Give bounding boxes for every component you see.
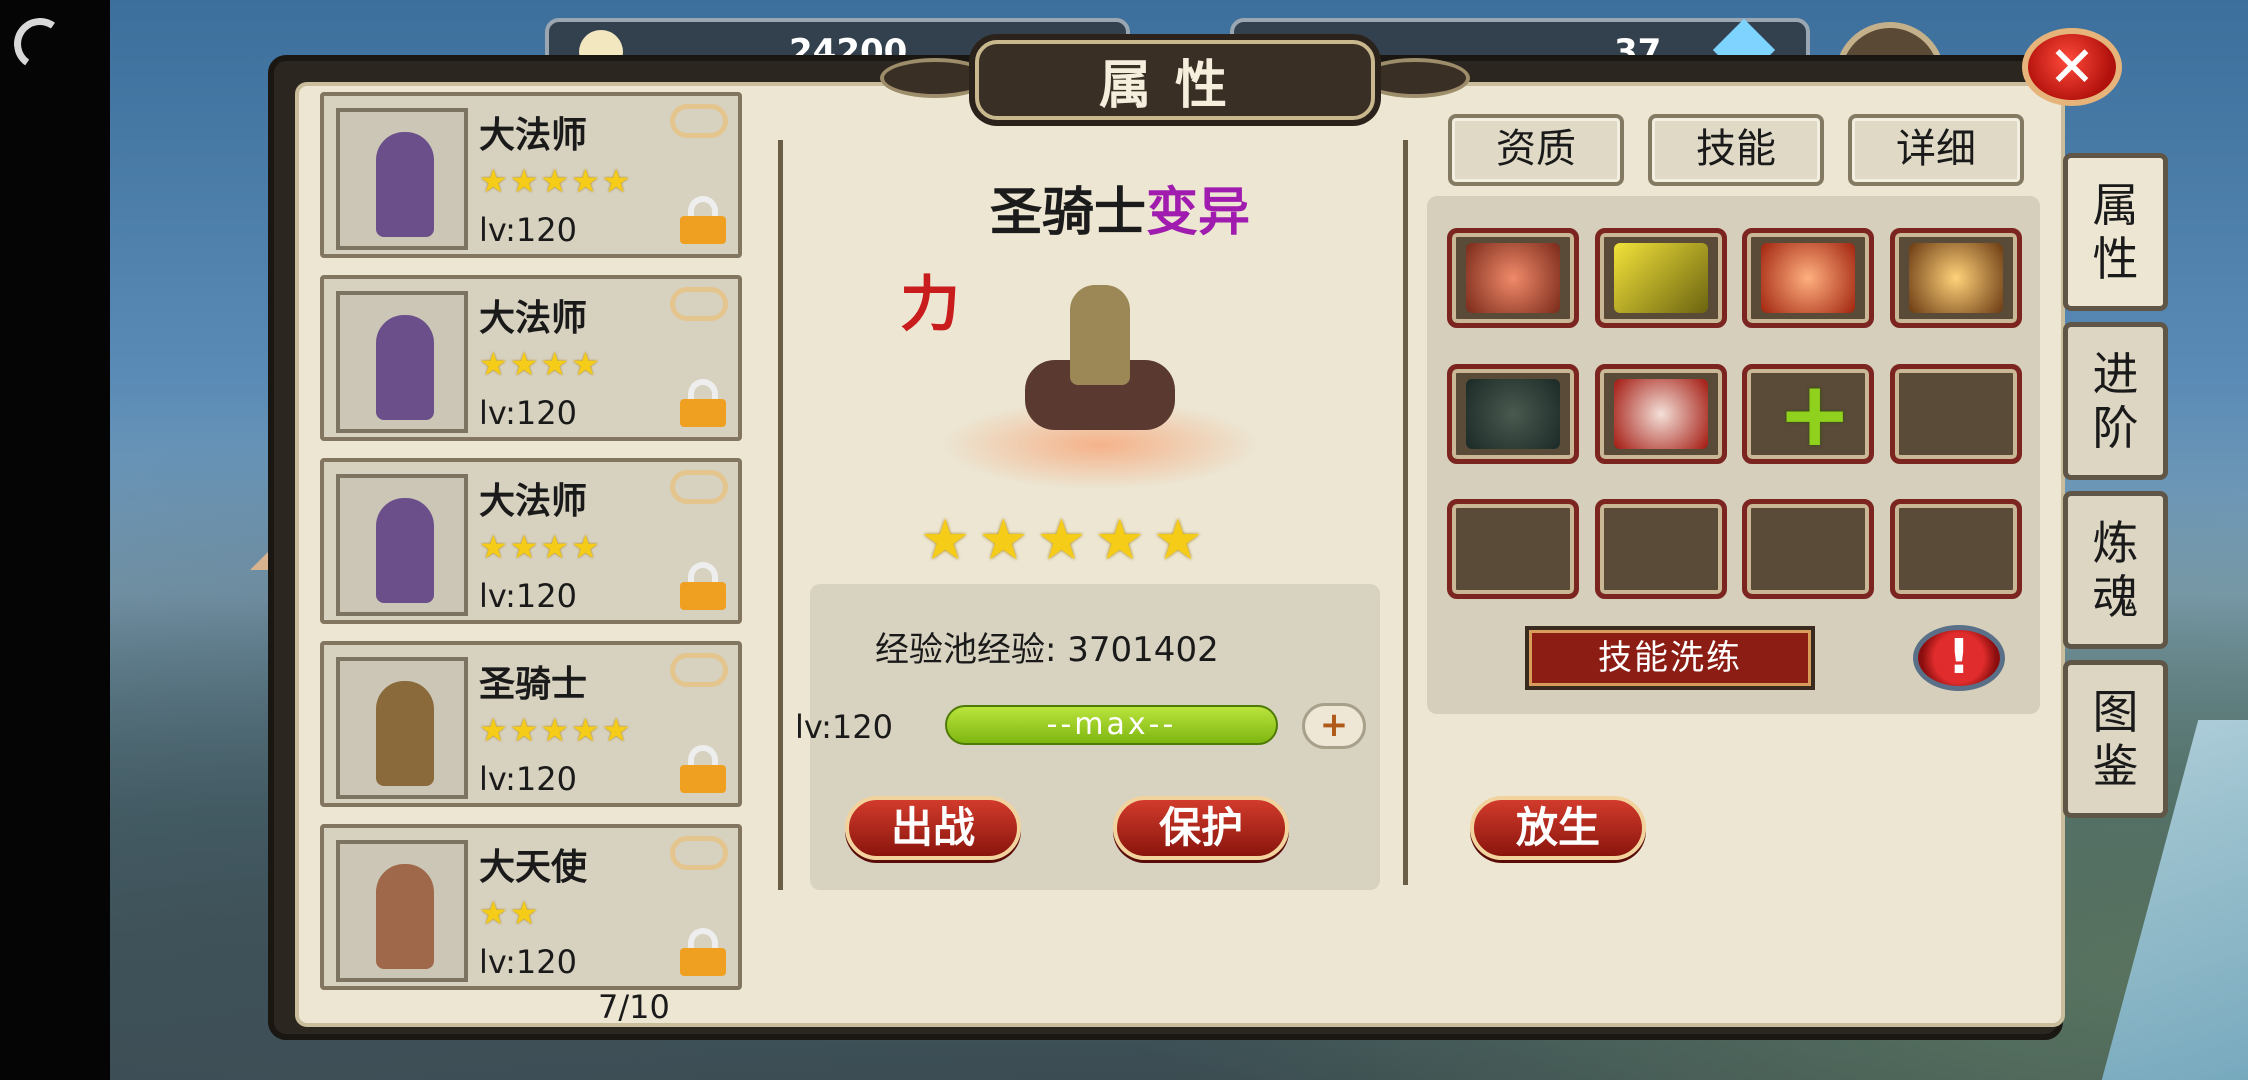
crack-icon [1614,379,1708,449]
skill-slot-empty[interactable] [1595,499,1727,599]
side-tab-label: 炼魂 [2092,516,2139,624]
hero-level: lv:120 [479,577,577,615]
hero-portrait [336,840,468,982]
infinity-badge-icon [670,836,728,870]
shield-burst-icon [1466,243,1560,313]
skill-slot-empty[interactable] [1890,364,2022,464]
protect-button[interactable]: 保护 [1113,796,1289,860]
infinity-badge-icon [670,287,728,321]
level-progress-bar: --max-- [945,705,1278,745]
hero-card[interactable]: 大法师 ★★★★ lv:120 [320,458,742,624]
hero-card[interactable]: 大法师 ★★★★★ lv:120 [320,92,742,258]
side-tab-codex[interactable]: 图鉴 [2063,660,2168,818]
infinity-badge-icon [670,470,728,504]
hero-level: lv:120 [479,943,577,981]
flaming-fist-icon [1761,243,1855,313]
hero-title-variant: 变异 [1146,183,1251,243]
skill-slot-empty[interactable] [1742,499,1874,599]
side-tab-label: 图鉴 [2092,685,2139,793]
hero-card[interactable]: 圣骑士 ★★★★★ lv:120 [320,641,742,807]
hero-portrait [336,291,468,433]
tab-skills[interactable]: 技能 [1648,114,1824,186]
close-button[interactable]: ✕ [2022,28,2122,106]
skill-slot[interactable] [1595,228,1727,328]
lock-icon[interactable] [680,196,726,244]
hero-level-label: lv:120 [795,708,893,746]
skill-slot[interactable] [1890,228,2022,328]
hero-level: lv:120 [479,394,577,432]
skill-refine-button[interactable]: 技能洗练 [1525,626,1815,690]
exp-pool-value: 3701402 [1067,630,1219,670]
hero-stars: ★★ [479,894,541,932]
hero-star-rating: ★★★★★ [920,508,1212,573]
skill-slot[interactable] [1595,364,1727,464]
title-wing-right [1360,58,1470,98]
exp-pool-label: 经验池经验: [875,630,1057,670]
side-tab-label: 属性 [2092,178,2139,286]
strength-type-mark: 力 [900,270,960,340]
side-tab-attributes[interactable]: 属性 [2063,153,2168,311]
add-skill-icon: + [1777,362,1853,467]
skill-slot-empty[interactable] [1447,499,1579,599]
close-icon: ✕ [2048,34,2096,100]
divider-left [778,140,783,890]
hero-name: 大法师 [479,298,588,339]
hero-portrait [336,657,468,799]
add-skill-slot[interactable]: + [1742,362,1874,467]
lock-icon[interactable] [680,562,726,610]
hero-title: 圣骑士变异 [990,170,1250,245]
side-tab-advance[interactable]: 进阶 [2063,322,2168,480]
fist-bandage-icon [1614,243,1708,313]
lock-icon[interactable] [680,379,726,427]
infinity-badge-icon [670,653,728,687]
hero-name: 大法师 [479,481,588,522]
skill-slot[interactable] [1447,228,1579,328]
skill-slot-empty[interactable] [1890,499,2022,599]
title-wing-left [880,58,990,98]
infinity-badge-icon [670,104,728,138]
hero-card[interactable]: 大法师 ★★★★ lv:120 [320,275,742,441]
side-tab-soul-refine[interactable]: 炼魂 [2063,491,2168,649]
hero-level: lv:120 [479,760,577,798]
tab-quality[interactable]: 资质 [1448,114,1624,186]
hero-stars: ★★★★ [479,528,602,566]
skill-slot[interactable] [1742,228,1874,328]
hero-model [940,280,1260,490]
hero-card[interactable]: 大天使 ★★ lv:120 [320,824,742,990]
hero-stars: ★★★★★ [479,711,633,749]
hero-name: 大天使 [479,847,588,888]
add-exp-button[interactable]: + [1302,703,1366,749]
exp-pool: 经验池经验: 3701402 [875,622,1219,671]
panel-title: 属性 [975,40,1375,120]
lock-icon[interactable] [680,745,726,793]
hero-title-name: 圣骑士 [990,183,1147,243]
info-warning-button[interactable]: ! [1913,625,2005,691]
hero-level: lv:120 [479,211,577,249]
hero-name: 大法师 [479,115,588,156]
rubble-icon [1466,379,1560,449]
hero-count: 7/10 [598,988,670,1026]
hero-stars: ★★★★★ [479,162,633,200]
divider-right [1403,140,1408,885]
whirlwind-icon [1909,243,2003,313]
hero-list[interactable]: 大法师 ★★★★★ lv:120 大法师 ★★★★ lv:120 大法师 ★★★… [320,92,745,992]
lock-icon[interactable] [680,928,726,976]
hero-stars: ★★★★ [479,345,602,383]
left-black-strip [0,0,110,1080]
side-tab-label: 进阶 [2092,347,2139,455]
skill-slot[interactable] [1447,364,1579,464]
release-button[interactable]: 放生 [1470,796,1646,860]
tab-details[interactable]: 详细 [1848,114,2024,186]
deploy-button[interactable]: 出战 [845,796,1021,860]
hero-name: 圣骑士 [479,664,588,705]
hero-portrait [336,474,468,616]
hero-portrait [336,108,468,250]
